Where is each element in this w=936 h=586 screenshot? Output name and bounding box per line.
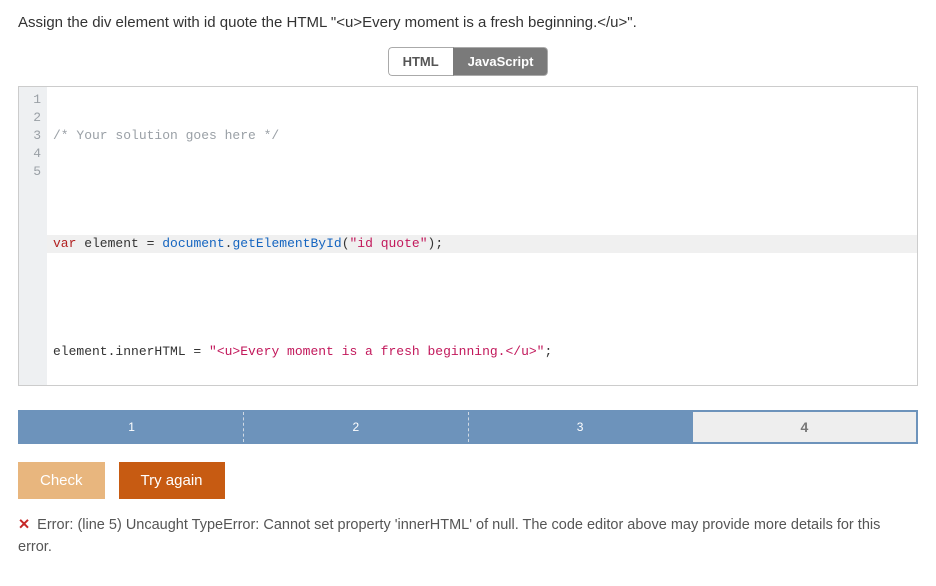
code-line-2 [53, 181, 911, 199]
step-1[interactable]: 1 [20, 412, 244, 442]
tab-group: HTML JavaScript [388, 47, 549, 76]
line-number: 1 [23, 91, 41, 109]
code-line-3: var element = document.getElementById("i… [47, 235, 917, 253]
code-editor[interactable]: 1 2 3 4 5 /* Your solution goes here */ … [18, 86, 918, 386]
code-line-1: /* Your solution goes here */ [53, 127, 911, 145]
editor-gutter: 1 2 3 4 5 [19, 87, 47, 385]
step-nav: 1 2 3 4 [18, 410, 918, 444]
step-2[interactable]: 2 [244, 412, 468, 442]
instruction-text: Assign the div element with id quote the… [18, 12, 918, 33]
step-4[interactable]: 4 [691, 410, 918, 444]
check-button[interactable]: Check [18, 462, 105, 499]
tab-javascript[interactable]: JavaScript [453, 47, 549, 76]
error-text: Error: (line 5) Uncaught TypeError: Cann… [18, 517, 880, 555]
code-line-5: element.innerHTML = "<u>Every moment is … [53, 343, 911, 361]
button-row: Check Try again [18, 462, 918, 499]
line-number: 2 [23, 109, 41, 127]
line-number: 5 [23, 163, 41, 181]
code-area[interactable]: /* Your solution goes here */ var elemen… [47, 87, 917, 385]
error-message: ✕ Error: (line 5) Uncaught TypeError: Ca… [18, 515, 918, 559]
tab-row: HTML JavaScript [18, 47, 918, 76]
code-line-4 [53, 289, 911, 307]
line-number: 3 [23, 127, 41, 145]
tab-html[interactable]: HTML [388, 47, 453, 76]
line-number: 4 [23, 145, 41, 163]
step-3[interactable]: 3 [469, 412, 693, 442]
error-x-icon: ✕ [18, 517, 30, 533]
try-again-button[interactable]: Try again [119, 462, 225, 499]
